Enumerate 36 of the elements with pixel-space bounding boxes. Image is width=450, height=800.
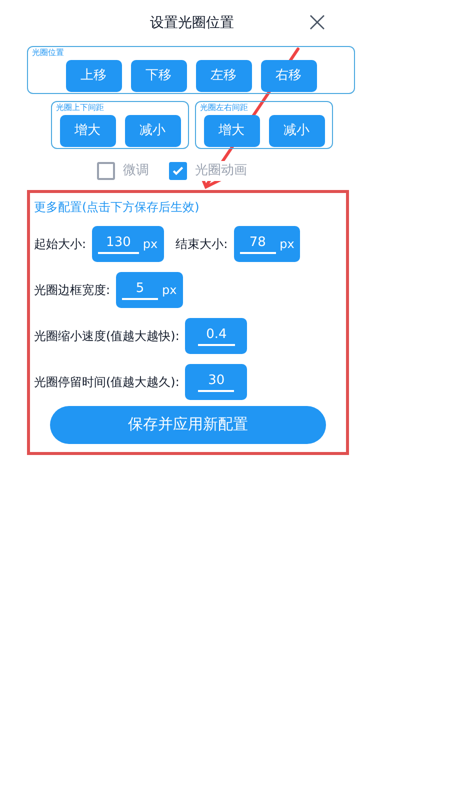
field-label: 光圈停留时间(值越大越久):: [34, 374, 180, 390]
move-button[interactable]: 增大: [60, 115, 116, 147]
move-button[interactable]: 下移: [130, 60, 186, 92]
checkbox[interactable]: [169, 162, 187, 180]
checkbox[interactable]: [97, 162, 115, 180]
move-button[interactable]: 减小: [124, 115, 180, 147]
move-button[interactable]: 上移: [66, 60, 122, 92]
move-button[interactable]: 右移: [260, 60, 316, 92]
field-value: 130: [98, 232, 139, 254]
field-label: 光圈缩小速度(值越大越快):: [34, 328, 180, 344]
field-value: 5: [122, 278, 158, 300]
input-field[interactable]: 78 px: [234, 226, 300, 262]
input-field[interactable]: 0.4: [185, 318, 248, 354]
group-label: 光圈左右间距: [200, 102, 248, 114]
input-field[interactable]: 130 px: [92, 226, 164, 262]
section-heading: 更多配置(点击下方保存后生效): [34, 198, 200, 216]
close-button[interactable]: ×: [306, 8, 329, 36]
save-button[interactable]: 保存并应用新配置: [50, 406, 326, 444]
move-button[interactable]: 增大: [204, 115, 260, 147]
dialog-title: 设置光圈位置: [150, 14, 234, 32]
field-label: 起始大小:: [34, 236, 86, 252]
unit-label: px: [162, 282, 177, 298]
checkbox-label: 光圈动画: [195, 161, 247, 180]
field-value: 0.4: [198, 324, 235, 346]
input-field[interactable]: 5 px: [116, 272, 183, 308]
unit-label: px: [280, 236, 294, 252]
move-button[interactable]: 左移: [196, 60, 252, 92]
field-value: 78: [240, 232, 276, 254]
field-label: 光圈边框宽度:: [34, 282, 110, 298]
field-value: 30: [198, 370, 234, 392]
unit-label: px: [142, 236, 158, 252]
field-label: 结束大小:: [176, 236, 228, 252]
group-label: 光圈上下间距: [56, 102, 104, 114]
input-field[interactable]: 30: [185, 364, 248, 400]
group-label: 光圈位置: [32, 47, 64, 59]
move-button[interactable]: 减小: [268, 115, 324, 147]
